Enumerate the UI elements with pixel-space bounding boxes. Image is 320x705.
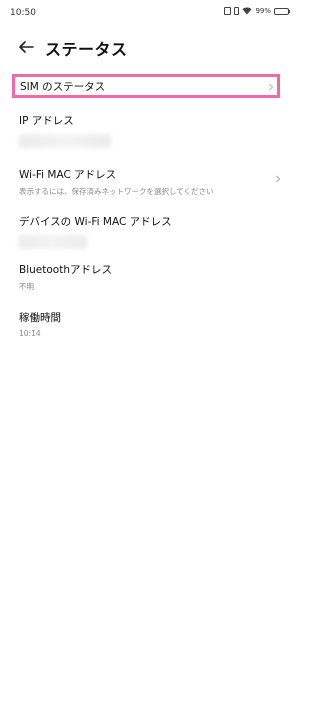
wifi-mac-title: Wi-Fi MAC アドレス	[19, 169, 117, 181]
battery-percent: 99%	[255, 7, 271, 15]
wifi-icon	[242, 7, 252, 15]
nfc-icon	[224, 7, 232, 15]
sim-status-title: SIM のステータス	[20, 81, 106, 93]
vibrate-icon	[234, 7, 240, 15]
uptime-title: 稼働時間	[19, 312, 61, 324]
device-wifi-mac-title: デバイスの Wi-Fi MAC アドレス	[19, 216, 172, 228]
bluetooth-address-item: Bluetoothアドレス 不明	[0, 262, 300, 292]
redacted-value	[19, 235, 87, 249]
device-wifi-mac-item: デバイスの Wi-Fi MAC アドレス	[0, 214, 300, 249]
sim-status-item[interactable]: SIM のステータス	[12, 74, 280, 98]
page-title: ステータス	[45, 40, 128, 59]
status-icons: 99%	[224, 7, 290, 15]
ip-address-title: IP アドレス	[19, 115, 74, 127]
app-bar: ステータス	[0, 34, 300, 62]
wifi-mac-item[interactable]: Wi-Fi MAC アドレス 表示するには、保存済みネットワークを選択してくださ…	[0, 167, 300, 197]
wifi-mac-subtitle: 表示するには、保存済みネットワークを選択してください	[19, 187, 214, 196]
uptime-value: 10:14	[19, 329, 41, 338]
status-bar: 10:50 99%	[0, 0, 300, 26]
uptime-item: 稼働時間 10:14	[0, 310, 300, 338]
redacted-value	[19, 134, 111, 148]
bluetooth-address-title: Bluetoothアドレス	[19, 264, 112, 276]
ip-address-item: IP アドレス	[0, 113, 300, 148]
status-time: 10:50	[10, 8, 36, 18]
battery-icon	[274, 7, 290, 15]
chevron-right-icon	[269, 83, 274, 91]
arrow-left-icon[interactable]	[17, 38, 35, 56]
chevron-right-icon	[276, 175, 281, 183]
bluetooth-address-value: 不明	[19, 282, 34, 291]
